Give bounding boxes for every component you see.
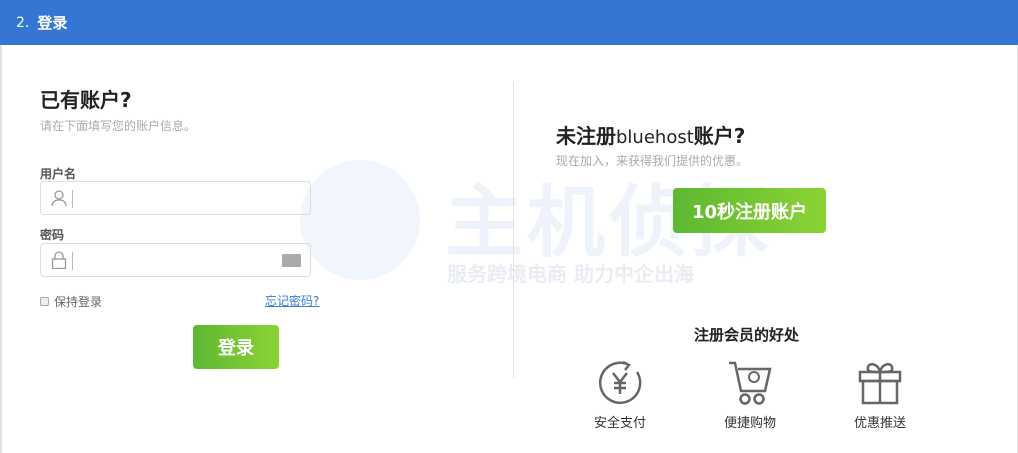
login-button[interactable]: 登录 xyxy=(193,325,279,369)
remember-me-checkbox[interactable]: 保持登录 xyxy=(40,293,102,310)
yen-cycle-icon xyxy=(598,360,642,405)
user-icon xyxy=(51,190,67,207)
username-input[interactable] xyxy=(77,184,277,212)
step-number: 2. xyxy=(16,14,30,31)
step-header: 2. 登录 xyxy=(0,0,1018,45)
register-title-brand: bluehost xyxy=(616,127,694,148)
register-button[interactable]: 10秒注册账户 xyxy=(673,188,826,233)
column-divider xyxy=(513,82,514,378)
cart-icon xyxy=(729,361,772,405)
benefit-label: 优惠推送 xyxy=(853,416,906,431)
remember-label: 保持登录 xyxy=(54,295,103,309)
register-title: 未注册bluehost账户? xyxy=(556,120,745,149)
register-title-c: 账户? xyxy=(693,124,746,148)
keyboard-icon[interactable] xyxy=(282,254,301,267)
username-field[interactable] xyxy=(40,181,311,215)
benefit-label: 安全支付 xyxy=(593,416,646,431)
gift-icon xyxy=(858,363,902,405)
password-input[interactable] xyxy=(77,246,277,274)
forgot-password-link[interactable]: 忘记密码? xyxy=(265,292,319,309)
username-label: 用户名 xyxy=(40,167,77,181)
password-label: 密码 xyxy=(40,228,65,242)
login-subtitle: 请在下面填写您的账户信息。 xyxy=(40,119,197,133)
benefit-secure-payment: 安全支付 xyxy=(580,360,660,431)
password-field[interactable] xyxy=(40,243,311,277)
benefits-title: 注册会员的好处 xyxy=(694,326,800,344)
lock-icon xyxy=(51,251,67,269)
benefit-easy-shopping: 便捷购物 xyxy=(710,360,790,431)
login-title: 已有账户? xyxy=(40,88,132,112)
field-separator xyxy=(72,190,73,208)
step-title: 登录 xyxy=(37,14,68,32)
register-subtitle: 现在加入，来获得我们提供的优惠。 xyxy=(556,154,749,168)
register-title-a: 未注册 xyxy=(556,124,616,148)
benefit-label: 便捷购物 xyxy=(723,416,776,431)
field-separator xyxy=(72,252,73,270)
benefit-discount-push: 优惠推送 xyxy=(840,360,920,431)
checkbox-box[interactable] xyxy=(40,297,49,306)
